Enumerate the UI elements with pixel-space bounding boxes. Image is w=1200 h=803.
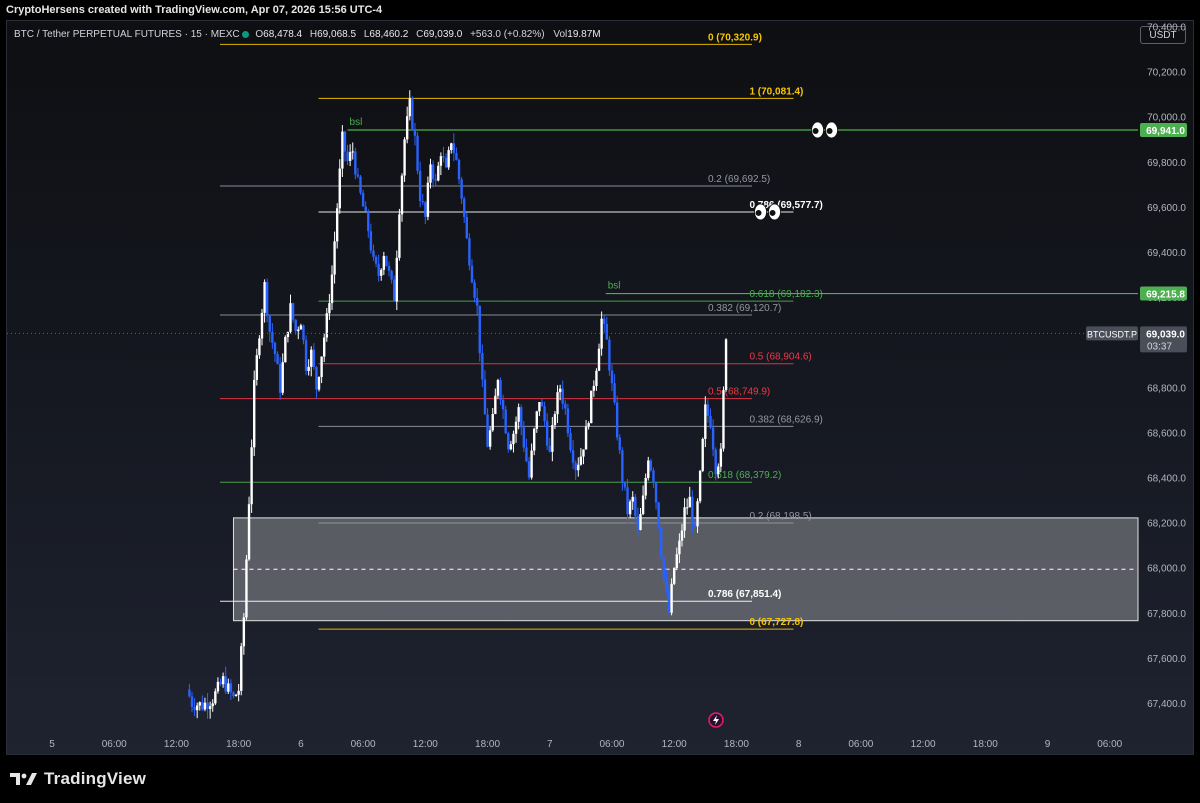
volume-label: Vol	[553, 29, 568, 40]
tradingview-logo-icon	[10, 773, 37, 785]
symbol-name[interactable]: BTC / Tether PERPETUAL FUTURES · 15 · ME…	[14, 29, 240, 40]
currency-button[interactable]: USDT	[1140, 26, 1186, 44]
chart-frame[interactable]	[6, 20, 1194, 755]
open-value: 68,478.4	[263, 29, 303, 40]
open-label: O	[255, 29, 264, 40]
close-value: 69,039.0	[423, 29, 463, 40]
high-value: 69,068.5	[317, 29, 357, 40]
change-value: +563.0 (+0.82%)	[470, 29, 545, 40]
attribution-text: CryptoHersens created with TradingView.c…	[6, 4, 383, 16]
low-value: 68,460.2	[369, 29, 409, 40]
tradingview-logo: TradingView	[10, 767, 146, 791]
market-status-icon	[241, 30, 249, 38]
tradingview-screenshot: { "attribution": "CryptoHersens created …	[0, 0, 1200, 803]
volume-value: 19.87M	[567, 29, 601, 40]
tradingview-logo-text: TradingView	[44, 769, 147, 788]
symbol-legend[interactable]: BTC / Tether PERPETUAL FUTURES · 15 · ME…	[14, 29, 606, 40]
